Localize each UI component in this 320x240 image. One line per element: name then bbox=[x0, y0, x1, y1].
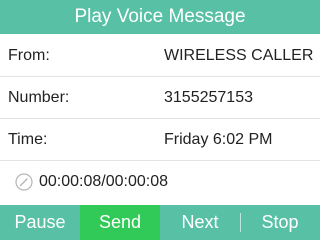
voice-message-screen: Play Voice Message From: WIRELESS CALLER… bbox=[0, 0, 320, 240]
stop-button[interactable]: Stop bbox=[240, 205, 320, 240]
time-value: Friday 6:02 PM bbox=[164, 131, 273, 148]
send-button[interactable]: Send bbox=[80, 205, 160, 240]
next-button[interactable]: Next bbox=[160, 205, 240, 240]
from-row: From: WIRELESS CALLER bbox=[0, 35, 320, 77]
number-row: Number: 3155257153 bbox=[0, 77, 320, 119]
pause-button[interactable]: Pause bbox=[0, 205, 80, 240]
playback-time: 00:00:08/00:00:08 bbox=[39, 173, 169, 190]
time-row: Time: Friday 6:02 PM bbox=[0, 119, 320, 161]
number-label: Number: bbox=[8, 89, 70, 106]
from-label: From: bbox=[8, 47, 50, 64]
softkey-bar: Pause Send Next Stop bbox=[0, 205, 320, 240]
from-value: WIRELESS CALLER bbox=[164, 47, 314, 64]
playback-progress: 00:00:08/00:00:08 bbox=[0, 161, 320, 203]
number-value: 3155257153 bbox=[164, 89, 253, 106]
page-title: Play Voice Message bbox=[0, 0, 320, 34]
progress-clock-icon bbox=[15, 173, 33, 191]
time-label: Time: bbox=[8, 131, 48, 148]
